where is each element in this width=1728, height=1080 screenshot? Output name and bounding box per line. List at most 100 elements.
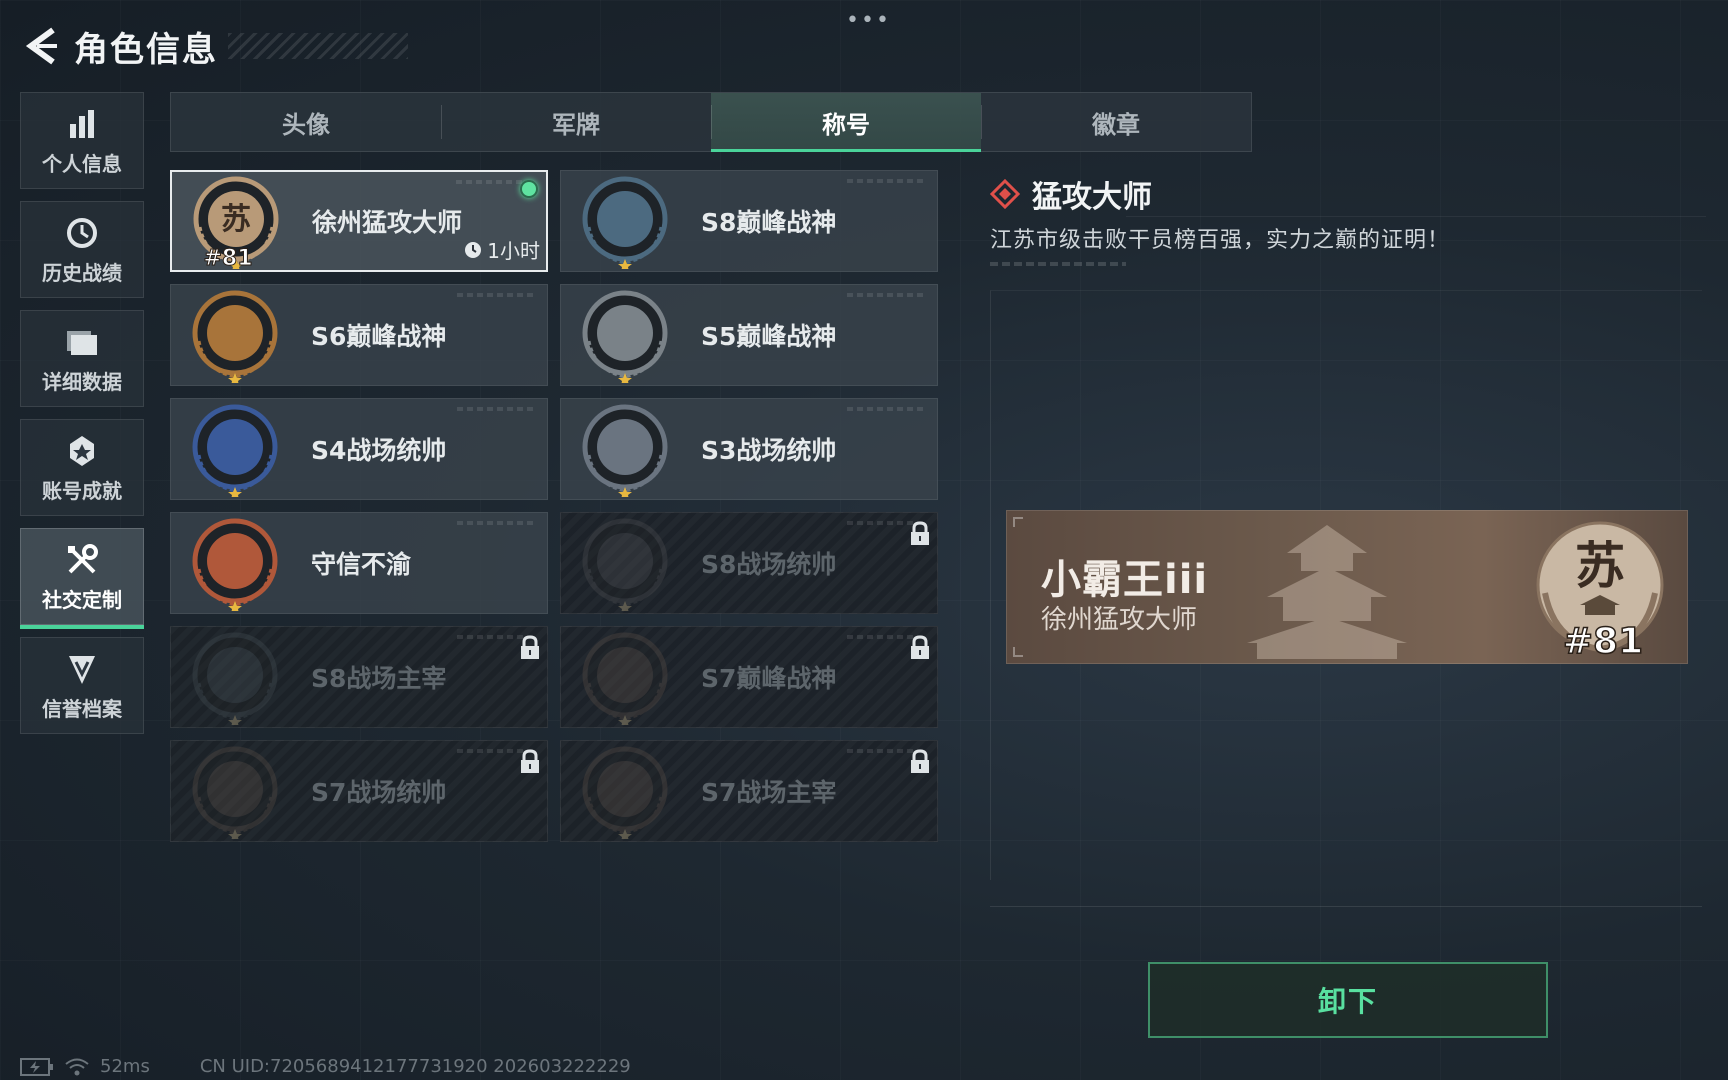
title-name: S7战场主宰 [701, 778, 837, 807]
lock-icon [909, 749, 931, 779]
title-emblem-icon [582, 404, 668, 497]
title-card[interactable]: S8巅峰战神 [560, 170, 938, 272]
sidebar-item-achievements[interactable]: 账号成就 [20, 419, 144, 516]
title-card[interactable]: 守信不渝 [170, 512, 548, 614]
lock-icon [909, 635, 931, 665]
bar-chart-icon [66, 104, 98, 144]
status-bar: 52ms CN UID:7205689412177731920 20260322… [20, 1056, 631, 1077]
sidebar: 个人信息 历史战绩 详细数据 账号成就 社交定制 信誉档案 [20, 92, 144, 746]
title-emblem-icon [582, 176, 668, 269]
equipped-indicator [520, 180, 538, 198]
title-emblem-icon [582, 518, 668, 611]
title-card[interactable]: S3战场统帅 [560, 398, 938, 500]
lock-icon [519, 749, 541, 779]
tools-icon [65, 540, 99, 580]
expiry-timer: 1小时 [463, 235, 540, 264]
title-name: 守信不渝 [311, 550, 412, 579]
unequip-label: 卸下 [1317, 985, 1378, 1018]
corner-mark [1013, 517, 1023, 527]
more-menu-button[interactable]: ••• [846, 8, 891, 33]
emblem-rank: #81 [1563, 621, 1643, 662]
sidebar-item-profile[interactable]: 个人信息 [20, 92, 144, 189]
title-name: S4战场统帅 [311, 436, 447, 465]
title-card[interactable]: 苏 #81 徐州猛攻大师 1小时 [170, 170, 548, 272]
sidebar-item-credit[interactable]: 信誉档案 [20, 637, 144, 734]
title-name: S7巅峰战神 [701, 664, 837, 693]
title-name: S8战场主宰 [311, 664, 447, 693]
card-decoration [847, 179, 927, 183]
battery-icon [20, 1057, 53, 1076]
sidebar-item-label: 信誉档案 [42, 697, 122, 721]
title-grid: 苏 #81 徐州猛攻大师 1小时 S8巅峰战神 S6巅峰战神 S5巅峰战神 S4战场统帅 S3战… [170, 170, 938, 842]
tab-dogtag[interactable]: 军牌 [441, 93, 711, 151]
back-arrow-icon [25, 27, 57, 65]
corner-mark [1013, 647, 1023, 657]
su-emblem-icon: 苏 #81 [1536, 521, 1664, 663]
title-emblem-icon: 苏 #81 [193, 176, 279, 269]
lock-icon [519, 635, 541, 665]
title-name: S3战场统帅 [701, 436, 837, 465]
tab-bar: 头像 军牌 称号 徽章 [170, 92, 1252, 152]
detail-title-name: 猛攻大师 [1032, 180, 1152, 215]
sidebar-item-label: 社交定制 [42, 588, 122, 612]
title-card[interactable]: S8战场主宰 [170, 626, 548, 728]
title-emblem-icon [192, 518, 278, 611]
card-decoration [457, 407, 537, 411]
title-card[interactable]: S4战场统帅 [170, 398, 548, 500]
title-name: S8战场统帅 [701, 550, 837, 579]
description-decoration [990, 262, 1126, 266]
unequip-button[interactable]: 卸下 [1148, 962, 1548, 1038]
folder-icon [65, 322, 99, 362]
clock-icon [465, 241, 482, 258]
title-emblem-icon [192, 746, 278, 839]
timer-text: 1小时 [487, 239, 540, 263]
tab-badge[interactable]: 徽章 [981, 93, 1251, 151]
header: 角色信息 [18, 18, 408, 74]
card-decoration [457, 293, 537, 297]
sidebar-item-label: 详细数据 [42, 370, 122, 394]
sidebar-item-history[interactable]: 历史战绩 [20, 201, 144, 298]
card-decoration [847, 293, 927, 297]
title-name: 徐州猛攻大师 [312, 208, 463, 237]
title-name: S6巅峰战神 [311, 322, 447, 351]
emblem-glyph: 苏 [1575, 536, 1625, 595]
detail-divider [1126, 216, 1706, 217]
back-button[interactable] [18, 23, 64, 69]
detail-description: 江苏市级击败干员榜百强，实力之巅的证明！ [990, 228, 1451, 253]
title-name: S5巅峰战神 [701, 322, 837, 351]
title-emblem-icon [582, 632, 668, 725]
sidebar-item-label: 个人信息 [42, 152, 122, 176]
title-emblem-icon [582, 290, 668, 383]
shield-badge-icon [66, 649, 98, 689]
history-icon [65, 213, 99, 253]
title-emblem-icon [192, 632, 278, 725]
title-card[interactable]: S8战场统帅 [560, 512, 938, 614]
title-card[interactable]: S7巅峰战神 [560, 626, 938, 728]
achievement-icon [66, 431, 98, 471]
title-name: S7战场统帅 [311, 778, 447, 807]
tab-avatar[interactable]: 头像 [171, 93, 441, 151]
title-name: S8巅峰战神 [701, 208, 837, 237]
title-decoration [228, 33, 408, 59]
title-card[interactable]: S7战场统帅 [170, 740, 548, 842]
tab-title[interactable]: 称号 [711, 93, 981, 152]
title-emblem-icon [192, 404, 278, 497]
emblem-glyph: 苏 [221, 202, 251, 237]
diamond-icon [990, 179, 1020, 209]
lock-icon [909, 521, 931, 551]
sidebar-item-details[interactable]: 详细数据 [20, 310, 144, 407]
banner-emblem: 苏 #81 [1525, 513, 1675, 663]
wifi-icon [65, 1058, 89, 1075]
detail-header: 猛攻大师 [990, 172, 1152, 216]
sidebar-item-label: 账号成就 [42, 479, 122, 503]
sidebar-item-social[interactable]: 社交定制 [20, 528, 144, 629]
title-card[interactable]: S6巅峰战神 [170, 284, 548, 386]
title-card[interactable]: S5巅峰战神 [560, 284, 938, 386]
title-banner-preview: 小霸王iii 徐州猛攻大师 苏 #81 [1006, 510, 1688, 664]
banner-title: 徐州猛攻大师 [1041, 605, 1198, 635]
title-card[interactable]: S7战场主宰 [560, 740, 938, 842]
title-emblem-icon [582, 746, 668, 839]
sidebar-item-label: 历史战绩 [42, 261, 122, 285]
banner-nickname: 小霸王iii [1041, 557, 1209, 603]
page-title: 角色信息 [74, 29, 218, 70]
